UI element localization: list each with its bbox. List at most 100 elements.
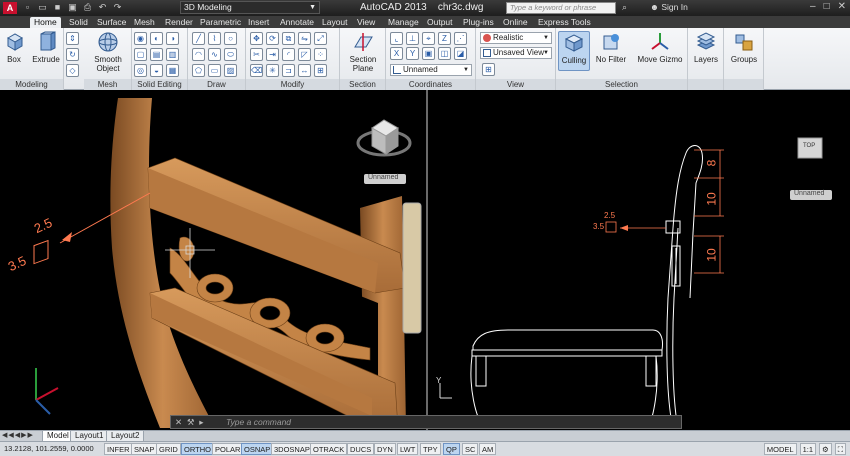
undo-icon[interactable]: ↶: [97, 2, 108, 13]
status-toggle-sc[interactable]: SC: [462, 443, 479, 455]
status-toggle-ortho[interactable]: ORTHO: [181, 443, 214, 455]
ucs-y-icon[interactable]: Y: [406, 47, 419, 60]
viewcube-ucs-label[interactable]: Unnamed: [368, 174, 398, 181]
status-toggle-3dosnap[interactable]: 3DOSNAP: [271, 443, 313, 455]
ucs-object-icon[interactable]: ◫: [438, 47, 451, 60]
wrench-icon[interactable]: ⚒: [187, 417, 195, 427]
tab-output[interactable]: Output: [427, 17, 453, 28]
imprint-icon[interactable]: ◎: [134, 64, 147, 77]
tab-solid[interactable]: Solid: [69, 17, 88, 28]
command-line[interactable]: ✕ ⚒ ▸ Type a command: [170, 415, 682, 429]
tab-annotate[interactable]: Annotate: [280, 17, 314, 28]
extrude-button[interactable]: Extrude: [32, 31, 60, 64]
ucs-view-icon[interactable]: ▣: [422, 47, 435, 60]
extract-edges-icon[interactable]: ▢: [134, 48, 147, 61]
tab-surface[interactable]: Surface: [97, 17, 126, 28]
revolve-icon[interactable]: ↻: [66, 48, 79, 61]
presspull-icon[interactable]: ⇕: [66, 32, 79, 45]
status-toggle-infer[interactable]: INFER: [104, 443, 133, 455]
save-icon[interactable]: ■: [52, 2, 63, 13]
trim-icon[interactable]: ✂: [250, 48, 263, 61]
tab-layout[interactable]: Layout: [322, 17, 348, 28]
open-icon[interactable]: ▭: [37, 2, 48, 13]
saved-view-dropdown[interactable]: Unsaved View ▼: [480, 47, 552, 59]
tab-parametric[interactable]: Parametric: [200, 17, 241, 28]
sign-in-button[interactable]: ☻ Sign In: [650, 2, 688, 12]
smooth-object-button[interactable]: Smooth Object: [86, 31, 130, 73]
status-toggle-am[interactable]: AM: [479, 443, 497, 455]
search-icon[interactable]: ⌕: [622, 2, 627, 13]
status-toggle-otrack[interactable]: OTRACK: [310, 443, 348, 455]
command-input[interactable]: Type a command: [226, 416, 291, 428]
visual-style-dropdown[interactable]: Realistic ▼: [480, 32, 552, 44]
line-icon[interactable]: ╱: [192, 32, 205, 45]
thicken-icon[interactable]: ▦: [166, 64, 179, 77]
hatch-icon[interactable]: ▨: [224, 64, 237, 77]
no-filter-button[interactable]: No Filter: [592, 31, 630, 64]
maximize-icon[interactable]: □: [824, 1, 830, 12]
tab-mesh[interactable]: Mesh: [134, 17, 155, 28]
new-icon[interactable]: ▫: [22, 2, 33, 13]
close-icon[interactable]: ✕: [838, 1, 846, 12]
status-toggle-qp[interactable]: QP: [443, 443, 460, 455]
polygon-icon[interactable]: ⬠: [192, 64, 205, 77]
layers-button[interactable]: Layers: [690, 31, 722, 64]
slice-icon[interactable]: ◒: [150, 64, 163, 77]
command-icon[interactable]: ▸: [199, 417, 203, 427]
culling-button[interactable]: Culling: [558, 31, 590, 71]
groups-button[interactable]: Groups: [726, 31, 762, 64]
mirror-icon[interactable]: ⇋: [298, 32, 311, 45]
rectangle-icon[interactable]: ▭: [208, 64, 221, 77]
ellipse-icon[interactable]: ⬭: [224, 48, 237, 61]
circle-icon[interactable]: ○: [224, 32, 237, 45]
loft-icon[interactable]: ◇: [66, 64, 79, 77]
search-input[interactable]: Type a keyword or phrase: [506, 2, 616, 14]
save-as-icon[interactable]: ▣: [67, 2, 78, 13]
plot-icon[interactable]: ⎙: [82, 2, 93, 13]
tab-view[interactable]: View: [357, 17, 375, 28]
status-toggle-polar[interactable]: POLAR: [212, 443, 244, 455]
status-toggle-lwt[interactable]: LWT: [397, 443, 419, 455]
shell-icon[interactable]: ▤: [150, 48, 163, 61]
status-toggle-dyn[interactable]: DYN: [374, 443, 396, 455]
model-space-button[interactable]: MODEL: [763, 443, 797, 455]
viewcube-ucs-label[interactable]: Unnamed: [794, 190, 824, 197]
annotation-scale[interactable]: 1:1: [799, 443, 817, 455]
align-icon[interactable]: ⊞: [314, 64, 327, 77]
tab-manage[interactable]: Manage: [388, 17, 419, 28]
redo-icon[interactable]: ↷: [112, 2, 123, 13]
union-icon[interactable]: ◉: [134, 32, 147, 45]
move-icon[interactable]: ✥: [250, 32, 263, 45]
chamfer-icon[interactable]: ◸: [298, 48, 311, 61]
intersect-icon[interactable]: ◑: [166, 32, 179, 45]
spline-icon[interactable]: ∿: [208, 48, 221, 61]
ucs-x-icon[interactable]: X: [390, 47, 403, 60]
application-menu-button[interactable]: A: [3, 2, 17, 14]
box-button[interactable]: Box: [4, 31, 24, 64]
viewport-3d[interactable]: 2.5 3.5 Unnamed: [0, 98, 426, 428]
status-toggle-snap[interactable]: SNAP: [131, 443, 158, 455]
viewport-config-icon[interactable]: ⊞: [482, 63, 495, 76]
fullscreen-icon[interactable]: ⛶: [834, 443, 846, 455]
ucs-world-icon[interactable]: ⊥: [406, 32, 419, 45]
minimize-icon[interactable]: –: [810, 1, 816, 12]
tab-express-tools[interactable]: Express Tools: [538, 17, 591, 28]
status-toggle-tpy[interactable]: TPY: [420, 443, 441, 455]
viewport-side-view[interactable]: 2.5 3.5 8 10 10 Y TOP Unnamed: [428, 98, 850, 428]
section-plane-button[interactable]: Section Plane: [342, 31, 384, 73]
ucs-icon[interactable]: ⌞: [390, 32, 403, 45]
status-toggle-osnap[interactable]: OSNAP: [241, 443, 274, 455]
offset-icon[interactable]: ⊐: [282, 64, 295, 77]
viewcube-face-label[interactable]: TOP: [803, 143, 815, 149]
ucs-dropdown[interactable]: Unnamed ▼: [390, 64, 472, 76]
arc-icon[interactable]: ◠: [192, 48, 205, 61]
subtract-icon[interactable]: ◐: [150, 32, 163, 45]
erase-icon[interactable]: ⌫: [250, 64, 263, 77]
close-icon[interactable]: ✕: [175, 417, 182, 427]
status-toggle-grid[interactable]: GRID: [156, 443, 181, 455]
gear-icon[interactable]: ⚙: [819, 443, 832, 455]
fillet-icon[interactable]: ◜: [282, 48, 295, 61]
array-icon[interactable]: ⁘: [314, 48, 327, 61]
move-gizmo-button[interactable]: Move Gizmo: [634, 31, 686, 64]
stretch-icon[interactable]: ↔: [298, 64, 311, 77]
